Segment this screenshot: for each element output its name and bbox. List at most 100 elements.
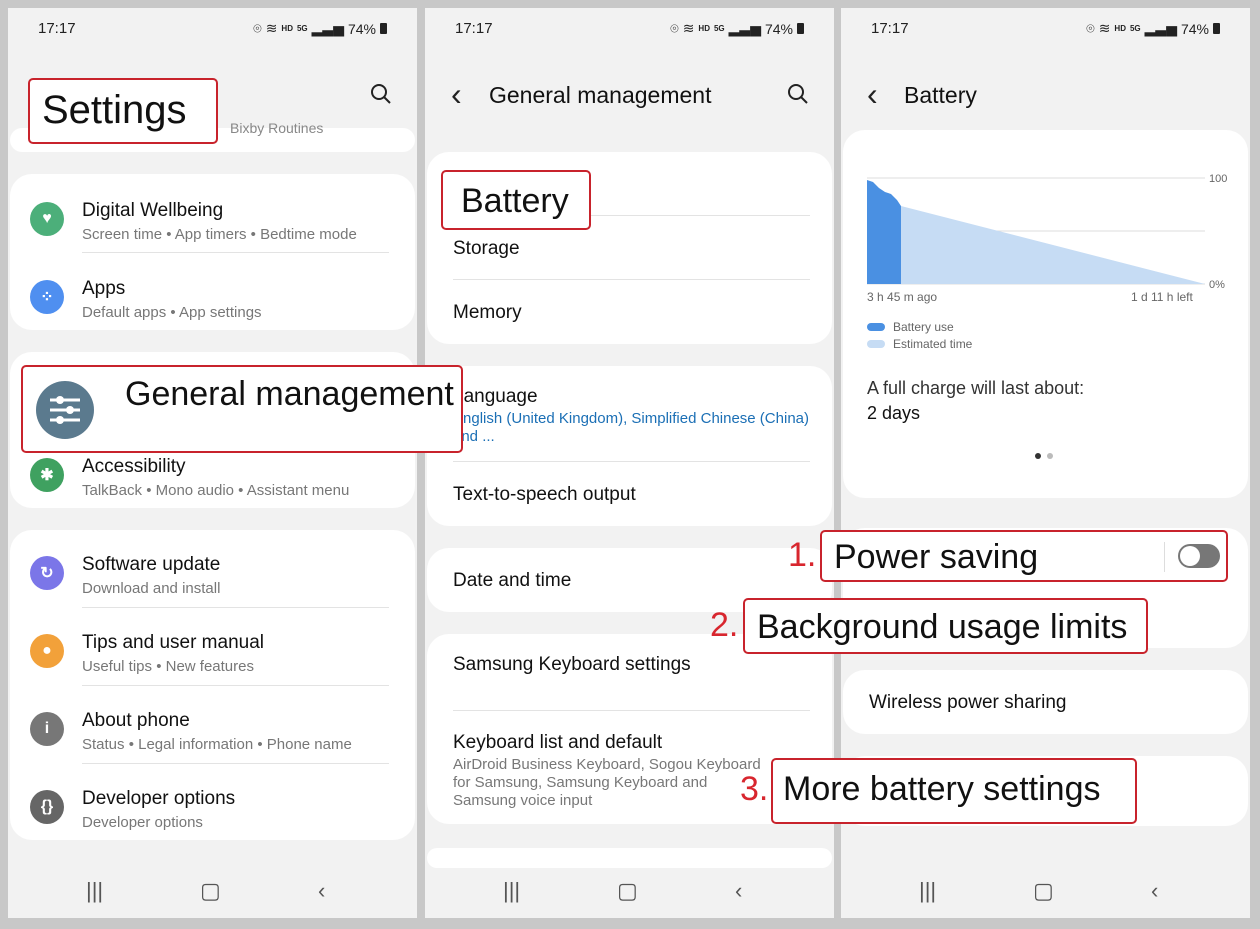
- memory-item[interactable]: Memory: [453, 302, 522, 324]
- code-braces-icon: {}: [30, 790, 64, 824]
- recents-icon[interactable]: |||: [86, 878, 103, 904]
- general-management-highlight[interactable]: General management: [21, 365, 463, 453]
- update-icon: ↻: [30, 556, 64, 590]
- item-subtitle: TalkBack • Mono audio • Assistant menu: [82, 482, 350, 499]
- date-time-item[interactable]: Date and time: [453, 570, 571, 592]
- signal-icon: ▂▃▅: [1144, 20, 1177, 36]
- legend-label: Estimated time: [893, 337, 973, 351]
- language-subtitle: English (United Kingdom), Simplified Chi…: [453, 410, 809, 445]
- item-subtitle: Status • Legal information • Phone name: [82, 736, 352, 753]
- back-icon[interactable]: ‹: [318, 878, 325, 904]
- battery-use-area: [867, 180, 901, 284]
- full-charge-value: 2 days: [867, 403, 921, 423]
- item-subtitle: Useful tips • New features: [82, 658, 254, 675]
- item-title: Apps: [82, 278, 126, 299]
- wifi-icon: ≋: [682, 20, 695, 36]
- status-bar: 17:17 ⌾ ≋ HD 5G ▂▃▅ 74%: [871, 20, 1220, 40]
- status-time: 17:17: [871, 20, 909, 37]
- settings-screen: 17:17 ⌾ ≋ HD 5G ▂▃▅ 74% Bixby Routines ♥ Digi…: [8, 8, 417, 918]
- legend-swatch-estimated: [867, 340, 885, 348]
- home-icon[interactable]: ▢: [1033, 878, 1054, 904]
- status-bar: 17:17 ⌾ ≋ HD 5G ▂▃▅ 74%: [455, 20, 804, 40]
- wellbeing-icon: ♥: [30, 202, 64, 236]
- page-title: Battery: [904, 82, 977, 108]
- item-title: Tips and user manual: [82, 632, 265, 653]
- more-battery-settings-highlight[interactable]: More battery settings: [771, 758, 1137, 824]
- nav-bar: ||| ▢ ‹: [425, 878, 834, 908]
- page-indicator: [1035, 453, 1053, 459]
- settings-title: Settings: [42, 88, 187, 132]
- hd-label: HD: [1114, 24, 1126, 33]
- battery-item: Battery: [461, 182, 569, 220]
- hd-label: HD: [698, 24, 710, 33]
- hd-label: HD: [281, 24, 293, 33]
- language-item[interactable]: Language: [453, 386, 538, 408]
- item-title: Digital Wellbeing: [82, 200, 224, 221]
- bixby-routines-item[interactable]: Bixby Routines: [230, 120, 323, 136]
- wifi-icon: ≋: [1098, 20, 1111, 36]
- item-subtitle: Developer options: [82, 814, 203, 831]
- back-icon[interactable]: ‹: [1151, 878, 1158, 904]
- power-saving-toggle[interactable]: [1178, 544, 1220, 568]
- search-icon[interactable]: [370, 83, 392, 105]
- x-label-end: 1 d 11 h left: [1131, 290, 1193, 304]
- accessibility-icon: ✱: [30, 458, 64, 492]
- keyboard-list-subtitle: AirDroid Business Keyboard, Sogou Keyboa…: [453, 756, 761, 809]
- status-bar: 17:17 ⌾ ≋ HD 5G ▂▃▅ 74%: [38, 20, 387, 40]
- full-charge-label: A full charge will last about:: [867, 378, 1085, 398]
- step-number-1: 1.: [788, 536, 817, 574]
- legend-battery-use: Battery use: [867, 320, 954, 334]
- storage-item[interactable]: Storage: [453, 238, 520, 260]
- network-label: 5G: [1129, 24, 1141, 33]
- sliders-icon: [36, 381, 94, 439]
- location-icon: ⌾: [253, 20, 262, 36]
- battery-icon: [380, 23, 387, 34]
- info-icon: i: [30, 712, 64, 746]
- battery-chart: 100 0%: [867, 174, 1227, 291]
- status-time: 17:17: [455, 20, 493, 37]
- item-title: Software update: [82, 554, 221, 575]
- x-label-start: 3 h 45 m ago: [867, 290, 938, 304]
- settings-title-highlight: Settings: [28, 78, 218, 144]
- location-icon: ⌾: [1086, 20, 1095, 36]
- signal-icon: ▂▃▅: [728, 20, 761, 36]
- nav-bar: ||| ▢ ‹: [841, 878, 1250, 908]
- tts-item[interactable]: Text-to-speech output: [453, 484, 636, 506]
- y-tick-100: 100: [1209, 174, 1227, 185]
- network-label: 5G: [296, 24, 308, 33]
- network-label: 5G: [713, 24, 725, 33]
- power-saving-highlight[interactable]: Power saving: [820, 530, 1228, 582]
- item-title: About phone: [82, 710, 190, 731]
- legend-estimated-time: Estimated time: [867, 337, 972, 351]
- wifi-icon: ≋: [265, 20, 278, 36]
- home-icon[interactable]: ▢: [617, 878, 638, 904]
- more-battery-settings-label: More battery settings: [783, 770, 1101, 808]
- search-icon[interactable]: [787, 83, 809, 105]
- general-management-label: General management: [125, 375, 454, 413]
- battery-highlight[interactable]: Battery: [441, 170, 591, 230]
- back-icon[interactable]: ‹: [735, 878, 742, 904]
- back-arrow-icon[interactable]: ‹: [867, 76, 878, 113]
- step-number-2: 2.: [710, 606, 739, 644]
- item-subtitle: Download and install: [82, 580, 221, 597]
- legend-label: Battery use: [893, 320, 954, 334]
- samsung-keyboard-item[interactable]: Samsung Keyboard settings: [453, 654, 691, 676]
- legend-swatch-battery-use: [867, 323, 885, 331]
- battery-icon: [797, 23, 804, 34]
- item-title: Developer options: [82, 788, 236, 809]
- background-usage-limits-highlight[interactable]: Background usage limits: [743, 598, 1148, 654]
- home-icon[interactable]: ▢: [200, 878, 221, 904]
- divider: [1164, 542, 1165, 572]
- keyboard-list-item[interactable]: Keyboard list and default: [453, 732, 662, 754]
- page-title: General management: [489, 82, 712, 108]
- recents-icon[interactable]: |||: [503, 878, 520, 904]
- recents-icon[interactable]: |||: [919, 878, 936, 904]
- battery-percent: 74%: [1180, 20, 1209, 37]
- back-arrow-icon[interactable]: ‹: [451, 76, 462, 113]
- lightbulb-icon: ●: [30, 634, 64, 668]
- battery-icon: [1213, 23, 1220, 34]
- item-subtitle: Screen time • App timers • Bedtime mode: [82, 226, 357, 243]
- wireless-power-sharing-item[interactable]: Wireless power sharing: [869, 692, 1066, 714]
- y-tick-0: 0%: [1209, 279, 1225, 291]
- item-subtitle: Default apps • App settings: [82, 304, 262, 321]
